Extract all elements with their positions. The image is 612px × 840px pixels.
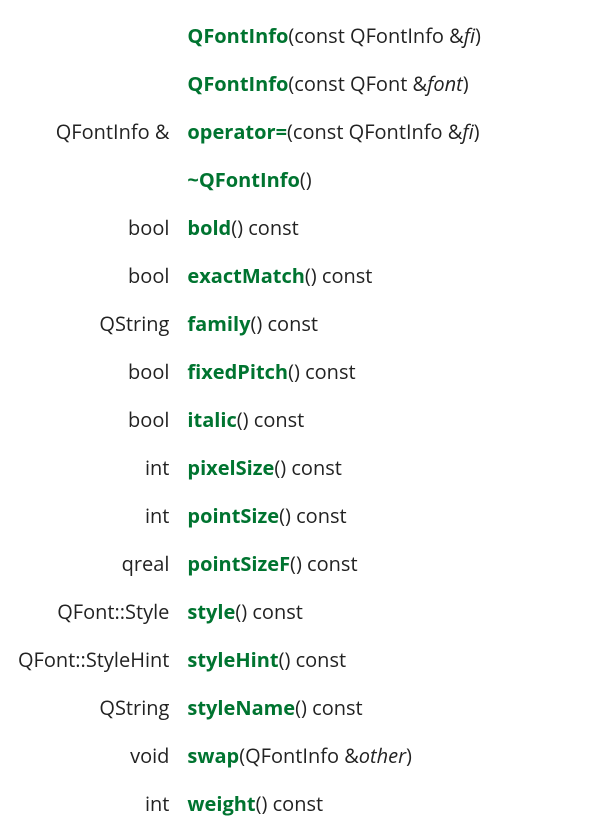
- function-link[interactable]: styleName: [187, 694, 295, 721]
- const-suffix: const: [307, 694, 363, 721]
- return-type: qreal: [10, 540, 179, 588]
- member-row: boolbold() const: [10, 204, 489, 252]
- param-amp: &: [344, 742, 359, 769]
- return-type: [10, 156, 179, 204]
- member-row: QStringfamily() const: [10, 300, 489, 348]
- const-suffix: const: [267, 790, 323, 817]
- function-link[interactable]: family: [187, 310, 250, 337]
- signature-cell: pointSize() const: [179, 492, 489, 540]
- member-row: QFontInfo(const QFont &font): [10, 60, 489, 108]
- signature-cell: ~QFontInfo(): [179, 156, 489, 204]
- member-row: boolexactMatch() const: [10, 252, 489, 300]
- function-link[interactable]: exactMatch: [187, 262, 304, 289]
- member-row: QFont::StyleHintstyleHint() const: [10, 636, 489, 684]
- member-row: boolfixedPitch() const: [10, 348, 489, 396]
- params-open: (const QFontInfo: [287, 118, 448, 145]
- signature-cell: style() const: [179, 588, 489, 636]
- return-type: bool: [10, 396, 179, 444]
- const-suffix: const: [302, 550, 358, 577]
- const-suffix: const: [290, 646, 346, 673]
- member-row: intpointSize() const: [10, 492, 489, 540]
- signature-cell: swap(QFontInfo &other): [179, 732, 489, 780]
- const-suffix: const: [291, 502, 347, 529]
- member-row: QFontInfo(const QFontInfo &fi): [10, 12, 489, 60]
- function-link[interactable]: style: [187, 598, 235, 625]
- signature-cell: pixelSize() const: [179, 444, 489, 492]
- signature-cell: italic() const: [179, 396, 489, 444]
- return-type: void: [10, 732, 179, 780]
- signature-cell: operator=(const QFontInfo &fi): [179, 108, 489, 156]
- member-row: QStringstyleName() const: [10, 684, 489, 732]
- member-row: intpixelSize() const: [10, 444, 489, 492]
- function-link[interactable]: operator=: [187, 118, 287, 145]
- params-open: (const QFontInfo: [288, 22, 449, 49]
- params-open: (const QFont: [288, 70, 412, 97]
- function-link[interactable]: fixedPitch: [187, 358, 288, 385]
- return-type: int: [10, 492, 179, 540]
- const-suffix: const: [286, 454, 342, 481]
- member-row: voidswap(QFontInfo &other): [10, 732, 489, 780]
- return-type: QFontInfo &: [10, 108, 179, 156]
- function-link[interactable]: italic: [187, 406, 236, 433]
- param-name: fi: [464, 22, 475, 49]
- return-type: bool: [10, 348, 179, 396]
- member-row: QFontInfo &operator=(const QFontInfo &fi…: [10, 108, 489, 156]
- param-name: font: [427, 70, 463, 97]
- member-row: boolitalic() const: [10, 396, 489, 444]
- member-row: ~QFontInfo(): [10, 156, 489, 204]
- param-amp: &: [449, 22, 464, 49]
- const-suffix: const: [300, 358, 356, 385]
- return-type: QFont::Style: [10, 588, 179, 636]
- const-suffix: const: [243, 214, 299, 241]
- function-link[interactable]: ~QFontInfo: [187, 166, 299, 193]
- signature-cell: fixedPitch() const: [179, 348, 489, 396]
- return-type: int: [10, 444, 179, 492]
- function-link[interactable]: pixelSize: [187, 454, 274, 481]
- return-type: int: [10, 780, 179, 828]
- params-open: (QFontInfo: [239, 742, 344, 769]
- signature-cell: styleName() const: [179, 684, 489, 732]
- signature-cell: QFontInfo(const QFontInfo &fi): [179, 12, 489, 60]
- function-link[interactable]: QFontInfo: [187, 70, 288, 97]
- return-type: [10, 60, 179, 108]
- return-type: bool: [10, 204, 179, 252]
- function-link[interactable]: bold: [187, 214, 231, 241]
- param-name: other: [359, 742, 406, 769]
- params-close: ): [463, 70, 469, 97]
- param-name: fi: [462, 118, 473, 145]
- return-type: [10, 12, 179, 60]
- signature-cell: pointSizeF() const: [179, 540, 489, 588]
- signature-cell: bold() const: [179, 204, 489, 252]
- function-link[interactable]: QFontInfo: [187, 22, 288, 49]
- params-close: ): [306, 166, 312, 193]
- function-link[interactable]: styleHint: [187, 646, 278, 673]
- member-function-table: QFontInfo(const QFontInfo &fi)QFontInfo(…: [10, 12, 489, 828]
- const-suffix: const: [249, 406, 305, 433]
- return-type: QFont::StyleHint: [10, 636, 179, 684]
- param-amp: &: [448, 118, 463, 145]
- const-suffix: const: [247, 598, 303, 625]
- signature-cell: styleHint() const: [179, 636, 489, 684]
- function-link[interactable]: pointSize: [187, 502, 279, 529]
- member-row: intweight() const: [10, 780, 489, 828]
- signature-cell: exactMatch() const: [179, 252, 489, 300]
- return-type: QString: [10, 300, 179, 348]
- signature-cell: weight() const: [179, 780, 489, 828]
- function-link[interactable]: weight: [187, 790, 255, 817]
- member-row: QFont::Stylestyle() const: [10, 588, 489, 636]
- signature-cell: QFontInfo(const QFont &font): [179, 60, 489, 108]
- function-link[interactable]: pointSizeF: [187, 550, 290, 577]
- return-type: bool: [10, 252, 179, 300]
- return-type: QString: [10, 684, 179, 732]
- params-close: ): [406, 742, 412, 769]
- function-link[interactable]: swap: [187, 742, 239, 769]
- params-close: ): [475, 22, 481, 49]
- params-close: ): [474, 118, 480, 145]
- const-suffix: const: [262, 310, 318, 337]
- param-amp: &: [413, 70, 428, 97]
- const-suffix: const: [317, 262, 373, 289]
- member-row: qrealpointSizeF() const: [10, 540, 489, 588]
- signature-cell: family() const: [179, 300, 489, 348]
